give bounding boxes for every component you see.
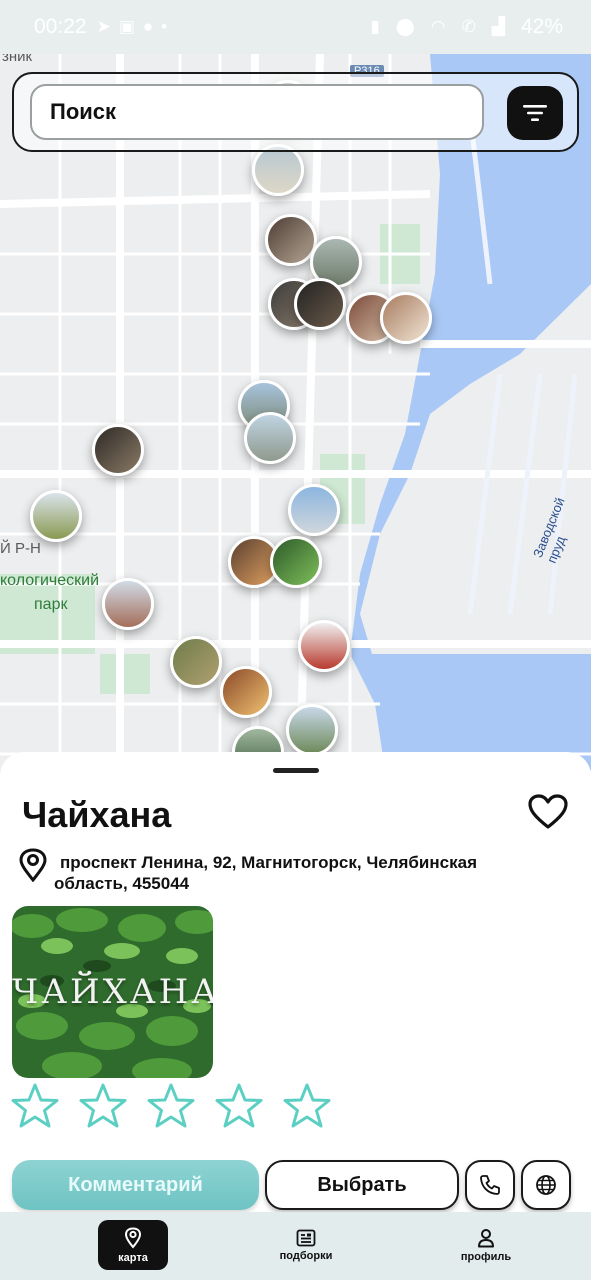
location-icon: ⬤ xyxy=(395,17,415,36)
filter-button[interactable] xyxy=(507,86,563,140)
nav-item-label: карта xyxy=(118,1251,148,1264)
star-icon[interactable] xyxy=(78,1082,128,1130)
map-view[interactable]: Р316 зник Й Р-Н кологический парк Заводс… xyxy=(0,54,591,770)
photo-sign-text: ЧАЙХАНА xyxy=(12,972,213,1012)
sheet-drag-handle[interactable] xyxy=(273,768,319,773)
rating-stars xyxy=(10,1082,332,1130)
place-title: Чайхана xyxy=(22,794,172,835)
search-input[interactable]: Поиск xyxy=(30,84,484,140)
star-icon[interactable] xyxy=(282,1082,332,1130)
nav-item-label: подборки xyxy=(279,1249,333,1262)
nav-item-label: профиль xyxy=(460,1250,512,1263)
map-place-pin[interactable] xyxy=(102,578,154,630)
star-icon[interactable] xyxy=(214,1082,264,1130)
map-place-pin[interactable] xyxy=(244,412,296,464)
collections-icon xyxy=(296,1229,316,1246)
bottom-navigation: карта подборки профиль xyxy=(0,1212,591,1280)
nav-item-collections[interactable]: подборки xyxy=(270,1220,342,1270)
map-label-park-2: парк xyxy=(34,596,68,613)
sim-icon: ▮ xyxy=(370,17,380,36)
phone-icon xyxy=(480,1175,500,1195)
map-label-top: зник xyxy=(2,54,33,65)
star-icon[interactable] xyxy=(146,1082,196,1130)
map-place-pin[interactable] xyxy=(270,536,322,588)
map-place-pin[interactable] xyxy=(30,490,82,542)
search-bar: Поиск xyxy=(12,72,579,152)
map-place-pin[interactable] xyxy=(380,292,432,344)
favorite-heart-icon[interactable] xyxy=(528,794,568,830)
place-photo[interactable]: ЧАЙХАНА xyxy=(12,906,213,1078)
dot-icon: • xyxy=(161,17,168,36)
image-icon: ▣ xyxy=(118,17,135,36)
nav-item-profile[interactable]: профиль xyxy=(450,1220,522,1270)
map-place-pin[interactable] xyxy=(286,704,338,756)
map-pin-icon xyxy=(124,1226,142,1249)
map-place-pin[interactable] xyxy=(288,484,340,536)
map-place-pin[interactable] xyxy=(294,278,346,330)
map-place-pin[interactable] xyxy=(220,666,272,718)
map-label-park-1: кологический xyxy=(0,572,100,589)
filter-icon xyxy=(523,105,547,121)
call-button[interactable] xyxy=(465,1160,515,1210)
website-button[interactable] xyxy=(521,1160,571,1210)
select-button[interactable]: Выбрать xyxy=(265,1160,459,1210)
telegram-icon: ➤ xyxy=(96,17,111,36)
star-icon[interactable] xyxy=(10,1082,60,1130)
user-icon xyxy=(478,1228,494,1247)
place-details-sheet: Чайхана проспект Ленина, 92, Магнитогорс… xyxy=(0,752,591,1212)
nav-item-map[interactable]: карта xyxy=(98,1220,168,1270)
battery-level: 42% xyxy=(520,15,563,38)
status-right: ▮ ⬤ ◠ ✆ ▟ 42% xyxy=(370,15,563,39)
map-label-district: Й Р-Н xyxy=(0,540,41,557)
status-time: 00:22 xyxy=(34,15,87,38)
map-place-pin[interactable] xyxy=(298,620,350,672)
comment-button[interactable]: Комментарий xyxy=(12,1160,259,1210)
location-pin-icon xyxy=(19,848,47,882)
chat-icon: ● xyxy=(142,17,154,36)
signal-icon: ▟ xyxy=(491,17,505,36)
status-bar: 00:22 ➤ ▣ ● • ▮ ⬤ ◠ ✆ ▟ 42% xyxy=(0,0,591,54)
globe-icon xyxy=(536,1175,556,1195)
wifi-icon: ◠ xyxy=(430,17,446,36)
place-address: проспект Ленина, 92, Магнитогорск, Челяб… xyxy=(54,853,477,893)
call-icon: ✆ xyxy=(461,17,476,36)
map-place-pin[interactable] xyxy=(92,424,144,476)
map-place-pin[interactable] xyxy=(170,636,222,688)
